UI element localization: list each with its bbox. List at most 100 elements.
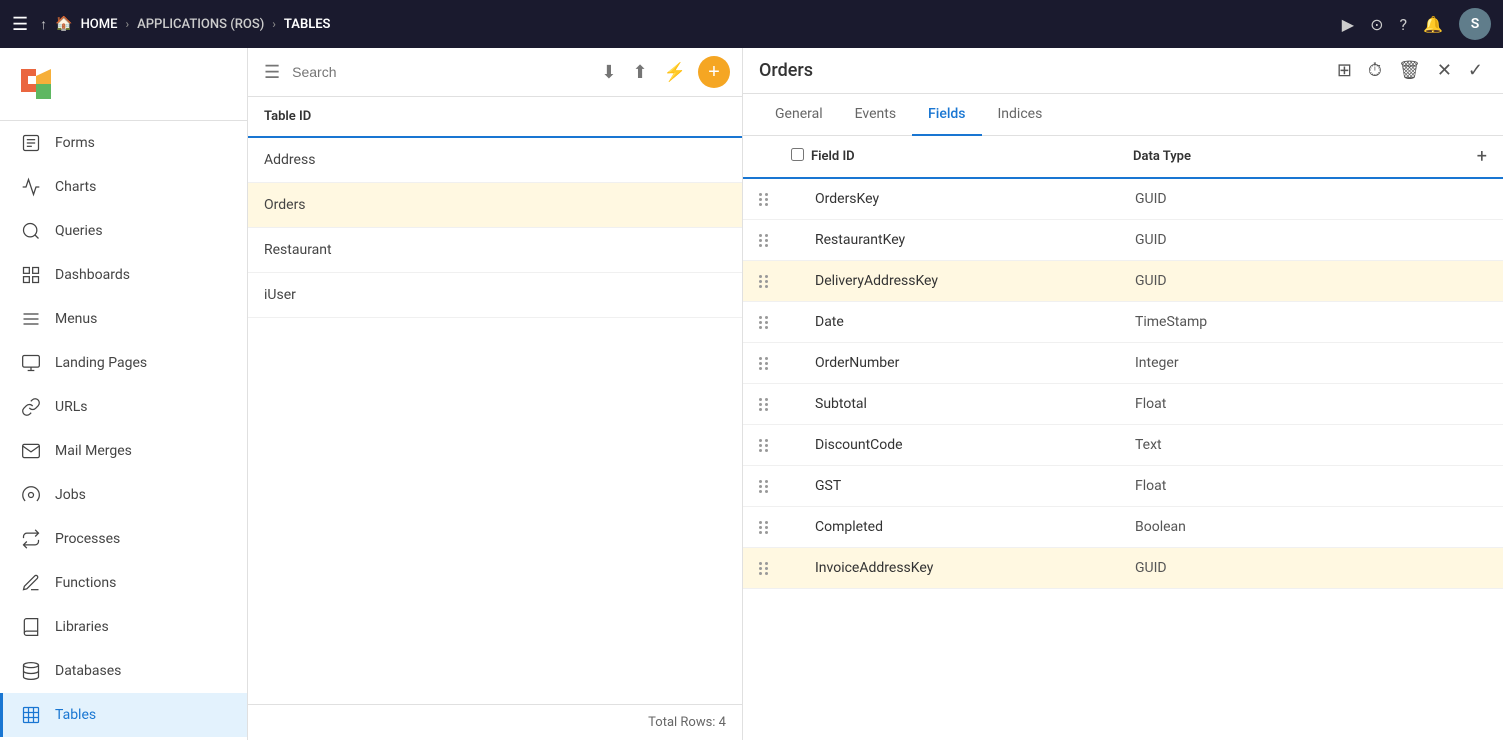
- sidebar-forms-icon: [19, 131, 43, 155]
- history-button[interactable]: ⏱: [1364, 56, 1386, 85]
- drag-handle[interactable]: [759, 316, 791, 329]
- field-type-value: Boolean: [1135, 519, 1455, 535]
- drag-handle[interactable]: [759, 357, 791, 370]
- sidebar-jobs-icon: [19, 483, 43, 507]
- sidebar-item-menus[interactable]: Menus: [0, 297, 247, 341]
- breadcrumb-app[interactable]: APPLICATIONS (ROS): [137, 17, 264, 32]
- sidebar-item-queries[interactable]: Queries: [0, 209, 247, 253]
- field-id-value: Subtotal: [815, 396, 1135, 412]
- drag-handle[interactable]: [759, 439, 791, 452]
- filter-icon[interactable]: ☰: [260, 58, 284, 87]
- table-row[interactable]: Address: [248, 138, 742, 183]
- table-row[interactable]: Restaurant: [248, 228, 742, 273]
- fields-tabs: GeneralEventsFieldsIndices: [743, 94, 1503, 136]
- sidebar-item-tables[interactable]: Tables: [0, 693, 247, 737]
- sidebar-databases-label: Databases: [55, 663, 121, 679]
- fields-content: Field ID Data Type + OrdersKey GUID: [743, 136, 1503, 740]
- table-panel: ☰ ⬇ ⬆ ⚡ + Table ID AddressOrdersRestaura…: [248, 48, 743, 740]
- field-id-value: Date: [815, 314, 1135, 330]
- menu-icon[interactable]: ☰: [12, 14, 28, 35]
- delete-button[interactable]: 🗑: [1394, 56, 1425, 85]
- upload-icon[interactable]: ⬆: [628, 58, 651, 87]
- tab-general[interactable]: General: [759, 94, 839, 136]
- sidebar-databases-icon: [19, 659, 43, 683]
- sidebar-item-jobs[interactable]: Jobs: [0, 473, 247, 517]
- data-type-header: Data Type: [1133, 149, 1455, 164]
- tab-fields[interactable]: Fields: [912, 94, 981, 136]
- breadcrumb-tables: TABLES: [284, 17, 331, 32]
- sidebar-menus-icon: [19, 307, 43, 331]
- sidebar-item-databases[interactable]: Databases: [0, 649, 247, 693]
- sidebar-item-libraries[interactable]: Libraries: [0, 605, 247, 649]
- sidebar-urls-icon: [19, 395, 43, 419]
- sidebar-mail-merges-icon: [19, 439, 43, 463]
- field-row: OrdersKey GUID: [743, 179, 1503, 220]
- field-id-value: InvoiceAddressKey: [815, 560, 1135, 576]
- sidebar-libraries-icon: [19, 615, 43, 639]
- play-icon[interactable]: ▶: [1342, 15, 1354, 34]
- search-icon[interactable]: ⊙: [1370, 15, 1383, 34]
- field-id-value: Completed: [815, 519, 1135, 535]
- field-type-value: Float: [1135, 478, 1455, 494]
- select-all-checkbox[interactable]: [791, 148, 804, 161]
- sidebar-item-forms[interactable]: Forms: [0, 121, 247, 165]
- sidebar-item-charts[interactable]: Charts: [0, 165, 247, 209]
- field-row: OrderNumber Integer: [743, 343, 1503, 384]
- table-toolbar: ☰ ⬇ ⬆ ⚡ +: [248, 48, 742, 97]
- five-logo-icon: [16, 64, 56, 104]
- breadcrumb-up-icon[interactable]: ↑: [40, 16, 47, 33]
- lightning-icon[interactable]: ⚡: [660, 58, 690, 87]
- drag-handle[interactable]: [759, 398, 791, 411]
- sidebar-landing-pages-label: Landing Pages: [55, 355, 147, 371]
- help-icon[interactable]: ?: [1400, 15, 1408, 34]
- table-row[interactable]: iUser: [248, 273, 742, 318]
- add-table-button[interactable]: +: [698, 56, 730, 88]
- sidebar-item-functions[interactable]: Functions: [0, 561, 247, 605]
- sidebar-mail-merges-label: Mail Merges: [55, 443, 132, 459]
- field-type-value: GUID: [1135, 232, 1455, 248]
- chevron-icon: ›: [125, 17, 129, 31]
- fields-header-actions: ⊞ ⏱ 🗑 ✕ ✓: [1333, 56, 1487, 85]
- confirm-button[interactable]: ✓: [1464, 56, 1487, 85]
- drag-handle[interactable]: [759, 193, 791, 206]
- tab-indices[interactable]: Indices: [982, 94, 1059, 136]
- table-row[interactable]: Orders: [248, 183, 742, 228]
- field-type-value: GUID: [1135, 560, 1455, 576]
- drag-handle[interactable]: [759, 480, 791, 493]
- avatar[interactable]: S: [1459, 8, 1491, 40]
- fields-panel: Orders ⊞ ⏱ 🗑 ✕ ✓ GeneralEventsFieldsIndi…: [743, 48, 1503, 740]
- sidebar-item-processes[interactable]: Processes: [0, 517, 247, 561]
- add-field-button[interactable]: +: [1455, 146, 1487, 167]
- sidebar-item-mail-merges[interactable]: Mail Merges: [0, 429, 247, 473]
- sidebar-dashboards-label: Dashboards: [55, 267, 130, 283]
- grid-view-button[interactable]: ⊞: [1333, 56, 1356, 85]
- sidebar-item-landing-pages[interactable]: Landing Pages: [0, 341, 247, 385]
- field-id-value: OrderNumber: [815, 355, 1135, 371]
- checkbox-col-header: [791, 148, 811, 165]
- field-id-value: DiscountCode: [815, 437, 1135, 453]
- sidebar-item-dashboards[interactable]: Dashboards: [0, 253, 247, 297]
- sidebar-jobs-label: Jobs: [55, 487, 86, 503]
- field-type-value: GUID: [1135, 191, 1455, 207]
- layout: Forms Charts Queries Dashboards Menus La…: [0, 48, 1503, 740]
- download-icon[interactable]: ⬇: [597, 58, 620, 87]
- sidebar-processes-label: Processes: [55, 531, 120, 547]
- field-id-value: DeliveryAddressKey: [815, 273, 1135, 289]
- drag-handle[interactable]: [759, 275, 791, 288]
- breadcrumb-home[interactable]: HOME: [81, 17, 118, 32]
- search-input[interactable]: [292, 64, 589, 80]
- drag-handle[interactable]: [759, 562, 791, 575]
- main-content: ☰ ⬇ ⬆ ⚡ + Table ID AddressOrdersRestaura…: [248, 48, 1503, 740]
- logo: [0, 48, 247, 121]
- drag-handle[interactable]: [759, 521, 791, 534]
- drag-handle[interactable]: [759, 234, 791, 247]
- sidebar-functions-label: Functions: [55, 575, 116, 591]
- field-id-value: RestaurantKey: [815, 232, 1135, 248]
- sidebar-item-urls[interactable]: URLs: [0, 385, 247, 429]
- sidebar-functions-icon: [19, 571, 43, 595]
- tab-events[interactable]: Events: [839, 94, 912, 136]
- field-type-value: Integer: [1135, 355, 1455, 371]
- field-id-value: OrdersKey: [815, 191, 1135, 207]
- close-button[interactable]: ✕: [1433, 56, 1456, 85]
- notification-icon[interactable]: 🔔: [1423, 15, 1443, 34]
